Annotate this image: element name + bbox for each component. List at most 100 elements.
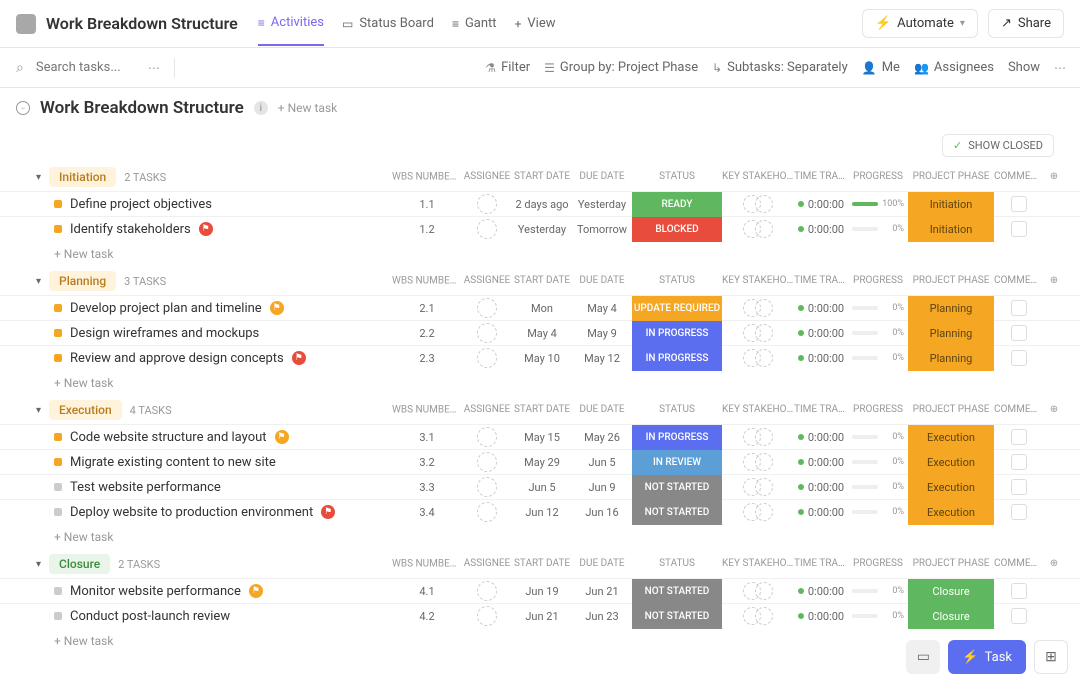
cell-stakeholders[interactable] xyxy=(722,321,794,346)
cell-due-date[interactable]: Jun 16 xyxy=(572,500,632,525)
collapse-icon[interactable]: − xyxy=(16,101,30,115)
cell-status[interactable]: IN PROGRESS xyxy=(632,346,722,371)
col-progress[interactable]: PROGRESS xyxy=(848,275,908,287)
cell-progress[interactable]: 0% xyxy=(848,604,908,629)
cell-phase[interactable]: Initiation xyxy=(908,217,994,242)
task-row[interactable]: Design wireframes and mockups 2.2 May 4 … xyxy=(0,320,1080,345)
cell-progress[interactable]: 0% xyxy=(848,346,908,371)
task-name[interactable]: Conduct post-launch review xyxy=(70,609,230,624)
col-stakeholders[interactable]: KEY STAKEHOLDERS xyxy=(722,171,794,183)
cell-start-date[interactable]: May 10 xyxy=(512,346,572,371)
cell-wbs[interactable]: 2.3 xyxy=(392,346,462,371)
status-dot[interactable] xyxy=(54,587,62,595)
cell-assignee[interactable] xyxy=(462,500,512,525)
col-stakeholders[interactable]: KEY STAKEHOLDERS xyxy=(722,558,794,570)
cell-assignee[interactable] xyxy=(462,425,512,450)
cell-status[interactable]: NOT STARTED xyxy=(632,475,722,500)
cell-stakeholders[interactable] xyxy=(722,425,794,450)
cell-status[interactable]: BLOCKED xyxy=(632,217,722,242)
status-dot[interactable] xyxy=(54,433,62,441)
task-row[interactable]: Migrate existing content to new site 3.2… xyxy=(0,449,1080,474)
cell-wbs[interactable]: 3.3 xyxy=(392,475,462,500)
cell-time[interactable]: 0:00:00 xyxy=(794,346,848,371)
cell-assignee[interactable] xyxy=(462,579,512,604)
cell-due-date[interactable]: May 26 xyxy=(572,425,632,450)
task-row[interactable]: Deploy website to production environment… xyxy=(0,499,1080,524)
cell-start-date[interactable]: Jun 5 xyxy=(512,475,572,500)
play-icon[interactable] xyxy=(798,459,804,465)
col-progress[interactable]: PROGRESS xyxy=(848,558,908,570)
cell-due-date[interactable]: May 12 xyxy=(572,346,632,371)
cell-stakeholders[interactable] xyxy=(722,192,794,217)
cell-progress[interactable]: 0% xyxy=(848,217,908,242)
assignees-button[interactable]: 👥Assignees xyxy=(914,60,994,75)
play-icon[interactable] xyxy=(798,613,804,619)
task-row[interactable]: Identify stakeholders ⚑ 1.2 Yesterday To… xyxy=(0,216,1080,241)
col-start[interactable]: START DATE xyxy=(512,171,572,183)
status-dot[interactable] xyxy=(54,483,62,491)
cell-time[interactable]: 0:00:00 xyxy=(794,321,848,346)
task-row[interactable]: Develop project plan and timeline ⚑ 2.1 … xyxy=(0,295,1080,320)
cell-stakeholders[interactable] xyxy=(722,604,794,629)
col-wbs[interactable]: WBS NUMBER xyxy=(392,404,462,416)
status-dot[interactable] xyxy=(54,304,62,312)
cell-due-date[interactable]: Jun 23 xyxy=(572,604,632,629)
me-button[interactable]: 👤Me xyxy=(862,60,900,75)
task-name[interactable]: Migrate existing content to new site xyxy=(70,455,276,470)
share-button[interactable]: ↗Share xyxy=(988,9,1064,38)
cell-time[interactable]: 0:00:00 xyxy=(794,579,848,604)
play-icon[interactable] xyxy=(798,434,804,440)
col-due[interactable]: DUE DATE xyxy=(572,171,632,183)
col-time[interactable]: TIME TRACKED xyxy=(794,275,848,287)
play-icon[interactable] xyxy=(798,305,804,311)
cell-start-date[interactable]: Jun 21 xyxy=(512,604,572,629)
chevron-down-icon[interactable]: ▾ xyxy=(36,172,41,183)
add-task-link[interactable]: + New task xyxy=(0,370,1080,396)
cell-phase[interactable]: Execution xyxy=(908,475,994,500)
task-name[interactable]: Code website structure and layout xyxy=(70,430,267,445)
col-assignee[interactable]: ASSIGNEE xyxy=(462,558,512,570)
chevron-down-icon[interactable]: ▾ xyxy=(36,559,41,570)
cell-wbs[interactable]: 3.2 xyxy=(392,450,462,475)
cell-progress[interactable]: 100% xyxy=(848,192,908,217)
cell-time[interactable]: 0:00:00 xyxy=(794,296,848,321)
cell-wbs[interactable]: 1.2 xyxy=(392,217,462,242)
cell-stakeholders[interactable] xyxy=(722,475,794,500)
show-button[interactable]: Show xyxy=(1008,60,1040,75)
cell-start-date[interactable]: Jun 12 xyxy=(512,500,572,525)
cell-time[interactable]: 0:00:00 xyxy=(794,217,848,242)
cell-assignee[interactable] xyxy=(462,450,512,475)
col-progress[interactable]: PROGRESS xyxy=(848,171,908,183)
play-icon[interactable] xyxy=(798,226,804,232)
col-comments[interactable]: COMMENTS xyxy=(994,558,1044,570)
cell-stakeholders[interactable] xyxy=(722,217,794,242)
cell-phase[interactable]: Closure xyxy=(908,604,994,629)
task-name[interactable]: Identify stakeholders xyxy=(70,222,191,237)
cell-due-date[interactable]: Jun 9 xyxy=(572,475,632,500)
col-comments[interactable]: COMMENTS xyxy=(994,404,1044,416)
col-comments[interactable]: COMMENTS xyxy=(994,171,1044,183)
status-dot[interactable] xyxy=(54,612,62,620)
col-phase[interactable]: PROJECT PHASE xyxy=(908,275,994,287)
cell-progress[interactable]: 0% xyxy=(848,321,908,346)
col-time[interactable]: TIME TRACKED xyxy=(794,171,848,183)
col-progress[interactable]: PROGRESS xyxy=(848,404,908,416)
cell-time[interactable]: 0:00:00 xyxy=(794,500,848,525)
status-dot[interactable] xyxy=(54,458,62,466)
cell-time[interactable]: 0:00:00 xyxy=(794,475,848,500)
task-row[interactable]: Test website performance 3.3 Jun 5 Jun 9… xyxy=(0,474,1080,499)
note-button[interactable]: ▭ xyxy=(906,640,940,674)
task-row[interactable]: Monitor website performance ⚑ 4.1 Jun 19… xyxy=(0,578,1080,603)
col-status[interactable]: STATUS xyxy=(632,558,722,570)
tab-status-board[interactable]: ▭Status Board xyxy=(342,1,434,46)
task-name[interactable]: Define project objectives xyxy=(70,197,212,212)
cell-stakeholders[interactable] xyxy=(722,296,794,321)
cell-stakeholders[interactable] xyxy=(722,346,794,371)
cell-phase[interactable]: Planning xyxy=(908,296,994,321)
task-row[interactable]: Code website structure and layout ⚑ 3.1 … xyxy=(0,424,1080,449)
col-assignee[interactable]: ASSIGNEE xyxy=(462,275,512,287)
cell-assignee[interactable] xyxy=(462,217,512,242)
cell-stakeholders[interactable] xyxy=(722,500,794,525)
cell-comments[interactable] xyxy=(994,217,1044,242)
add-task-link[interactable]: + New task xyxy=(0,524,1080,550)
